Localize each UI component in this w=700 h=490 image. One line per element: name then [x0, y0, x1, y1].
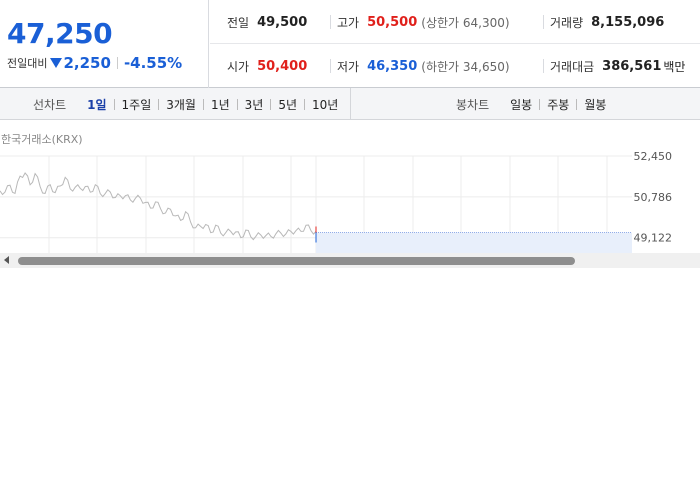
- chart-toolbar: 선차트 1일 1주일 3개월 1년 3년 5년 10년 봉차트 일봉 주봉 월봉: [0, 88, 700, 120]
- period-tab-1d[interactable]: 1일: [80, 96, 113, 113]
- scroll-left-icon[interactable]: [4, 256, 9, 264]
- intraday-chart: 한국거래소(KRX) 52,450 50,786 49,122: [0, 121, 700, 268]
- period-tab-1y[interactable]: 1년: [204, 96, 237, 113]
- stat-amount: 거래대금 386,561 백만: [550, 44, 685, 88]
- stat-value: 49,500: [257, 14, 308, 30]
- stat-label: 전일: [227, 15, 250, 30]
- current-price: 47,250: [7, 17, 113, 50]
- stat-open: 시가 50,400: [227, 44, 307, 88]
- y-tick-label: 52,450: [634, 150, 673, 163]
- price-change-row: 전일대비 2,250 -4.55%: [7, 54, 182, 72]
- chart-scrollbar[interactable]: [0, 253, 700, 268]
- stat-sub: (하한가 34,650): [421, 59, 510, 74]
- period-tab-5y[interactable]: 5년: [271, 96, 304, 113]
- candle-chart-title: 봉차트: [456, 97, 490, 112]
- candle-chart-periods: 봉차트 일봉 주봉 월봉: [352, 88, 700, 120]
- stat-label: 고가: [337, 15, 360, 30]
- price-line: [0, 172, 317, 241]
- stat-sub: (상한가 64,300): [421, 15, 510, 30]
- current-price-panel: 47,250 전일대비 2,250 -4.55%: [0, 0, 209, 88]
- stat-label: 거래대금: [550, 59, 595, 74]
- period-tab-10y[interactable]: 10년: [305, 96, 345, 113]
- stat-value: 50,500: [367, 14, 418, 30]
- stat-label: 시가: [227, 59, 250, 74]
- divider: [543, 59, 544, 73]
- y-tick-label: 50,786: [634, 191, 673, 204]
- divider: [330, 59, 331, 73]
- period-tab-1w[interactable]: 1주일: [115, 96, 159, 113]
- stats-row-2: 시가 50,400 저가 46,350 (하한가 34,650) 거래대금 38…: [210, 44, 700, 88]
- period-tab-3y[interactable]: 3년: [238, 96, 271, 113]
- change-value: 2,250: [63, 54, 111, 72]
- candle-tab-weekly[interactable]: 주봉: [540, 96, 576, 113]
- stat-value: 386,561: [602, 58, 662, 74]
- period-tab-3m[interactable]: 3개월: [159, 96, 203, 113]
- scroll-thumb[interactable]: [18, 257, 575, 265]
- candle-tab-monthly[interactable]: 월봉: [577, 96, 613, 113]
- chart-svg: 52,450 50,786 49,122: [0, 150, 673, 268]
- divider: [116, 57, 118, 69]
- line-chart-title: 선차트: [33, 97, 67, 112]
- stat-unit: 백만: [663, 59, 686, 74]
- change-rate: -4.55%: [123, 54, 183, 72]
- change-label: 전일대비: [7, 57, 48, 70]
- stat-value: 50,400: [257, 58, 308, 74]
- divider: [543, 15, 544, 29]
- stats-row-1: 전일 49,500 고가 50,500 (상한가 64,300) 거래량 8,1…: [210, 0, 700, 44]
- stat-prev-close: 전일 49,500: [227, 0, 307, 44]
- stat-label: 저가: [337, 59, 360, 74]
- price-summary: 47,250 전일대비 2,250 -4.55% 전일 49,500 고가 50…: [0, 0, 700, 88]
- down-triangle-icon: [50, 58, 63, 68]
- stat-low: 저가 46,350 (하한가 34,650): [337, 44, 510, 88]
- stat-label: 거래량: [550, 15, 584, 30]
- line-chart-periods: 선차트 1일 1주일 3개월 1년 3년 5년 10년: [0, 88, 351, 120]
- stat-volume: 거래량 8,155,096: [550, 0, 664, 44]
- stock-widget: 47,250 전일대비 2,250 -4.55% 전일 49,500 고가 50…: [0, 0, 700, 268]
- stat-value: 46,350: [367, 58, 418, 74]
- candle-tab-daily[interactable]: 일봉: [503, 96, 539, 113]
- stat-value: 8,155,096: [591, 14, 665, 30]
- stats-table: 전일 49,500 고가 50,500 (상한가 64,300) 거래량 8,1…: [210, 0, 700, 88]
- y-tick-label: 49,122: [634, 232, 673, 245]
- stat-high: 고가 50,500 (상한가 64,300): [337, 0, 510, 44]
- divider: [330, 15, 331, 29]
